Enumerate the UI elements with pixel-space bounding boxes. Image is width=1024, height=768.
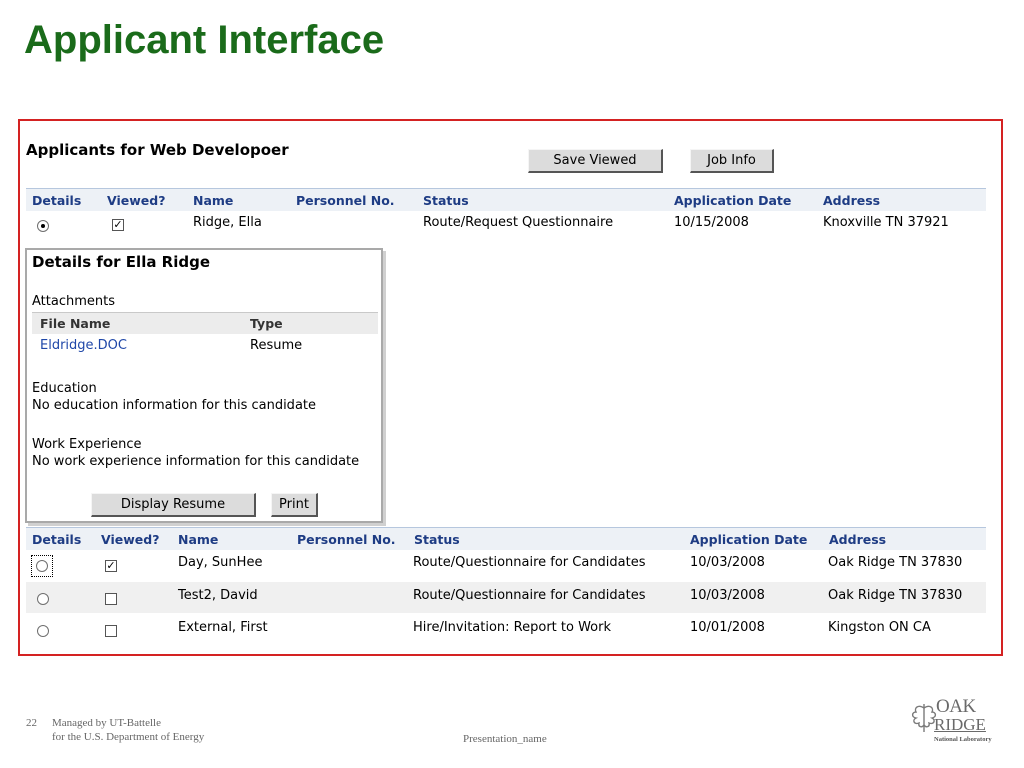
attachment-type: Resume [250, 338, 303, 353]
col-viewed[interactable]: Viewed? [107, 193, 165, 208]
applicant-name: Test2, David [178, 588, 258, 603]
footer-doe: for the U.S. Department of Energy [52, 731, 205, 743]
ornl-logo: OAK RIDGE National Laboratory [908, 696, 1002, 748]
viewed-checkbox[interactable] [105, 625, 117, 637]
application-date: 10/03/2008 [690, 555, 765, 570]
applicant-name: Ridge, Ella [193, 215, 262, 230]
col-name[interactable]: Name [193, 193, 233, 208]
col-details[interactable]: Details [32, 193, 81, 208]
col-address[interactable]: Address [823, 193, 880, 208]
applicant-name: External, First [178, 620, 268, 635]
education-label: Education [32, 381, 97, 396]
attachments-label: Attachments [32, 294, 115, 309]
col-personnel-no[interactable]: Personnel No. [296, 193, 395, 208]
application-date: 10/15/2008 [674, 215, 749, 230]
page-number: 22 [26, 717, 37, 729]
col-file-name: File Name [40, 316, 111, 331]
details-radio[interactable] [37, 625, 49, 637]
col-application-date[interactable]: Application Date [690, 532, 807, 547]
details-radio[interactable] [36, 560, 48, 572]
application-status: Route/Questionnaire for Candidates [413, 588, 646, 603]
applicant-name: Day, SunHee [178, 555, 263, 570]
other-applicants-grid-header: Details Viewed? Name Personnel No. Statu… [26, 527, 986, 550]
details-radio[interactable] [37, 593, 49, 605]
applicants-grid-header: Details Viewed? Name Personnel No. Statu… [26, 188, 986, 211]
applicant-address: Knoxville TN 37921 [823, 215, 949, 230]
details-radio-selected[interactable] [37, 220, 49, 232]
application-status: Hire/Invitation: Report to Work [413, 620, 612, 635]
viewed-checkbox[interactable]: ✓ [105, 560, 117, 572]
application-date: 10/03/2008 [690, 588, 765, 603]
print-button[interactable]: Print [271, 493, 318, 517]
application-status: Route/Questionnaire for Candidates [413, 555, 646, 570]
application-status: Route/Request Questionnaire [423, 215, 614, 230]
attachments-header: File Name Type [32, 312, 378, 334]
col-status[interactable]: Status [414, 532, 460, 547]
display-resume-button[interactable]: Display Resume [91, 493, 256, 517]
slide-title: Applicant Interface [24, 18, 385, 62]
education-text: No education information for this candid… [32, 398, 317, 413]
presentation-name: Presentation_name [463, 733, 547, 745]
col-details[interactable]: Details [32, 532, 81, 547]
attachment-file-link[interactable]: Eldridge.DOC [40, 338, 127, 353]
col-name[interactable]: Name [178, 532, 218, 547]
viewed-checkbox-selected[interactable]: ✓ [112, 219, 124, 231]
logo-ridge: RIDGE [934, 715, 986, 734]
col-status[interactable]: Status [423, 193, 469, 208]
job-info-button[interactable]: Job Info [690, 149, 774, 173]
save-viewed-button[interactable]: Save Viewed [528, 149, 663, 173]
footer-managed-by: Managed by UT-Battelle [52, 717, 161, 729]
details-title: Details for Ella Ridge [32, 253, 211, 271]
panel-title: Applicants for Web Developoer [26, 141, 289, 159]
applicant-address: Oak Ridge TN 37830 [828, 555, 963, 570]
col-type: Type [250, 316, 283, 331]
viewed-checkbox[interactable] [105, 593, 117, 605]
work-experience-label: Work Experience [32, 437, 142, 452]
applicant-address: Oak Ridge TN 37830 [828, 588, 963, 603]
logo-national-laboratory: National Laboratory [934, 736, 992, 743]
application-date: 10/01/2008 [690, 620, 765, 635]
col-viewed[interactable]: Viewed? [101, 532, 159, 547]
applicant-address: Kingston ON CA [828, 620, 931, 635]
col-address[interactable]: Address [829, 532, 886, 547]
work-experience-text: No work experience information for this … [32, 454, 360, 469]
col-application-date[interactable]: Application Date [674, 193, 791, 208]
col-personnel-no[interactable]: Personnel No. [297, 532, 396, 547]
